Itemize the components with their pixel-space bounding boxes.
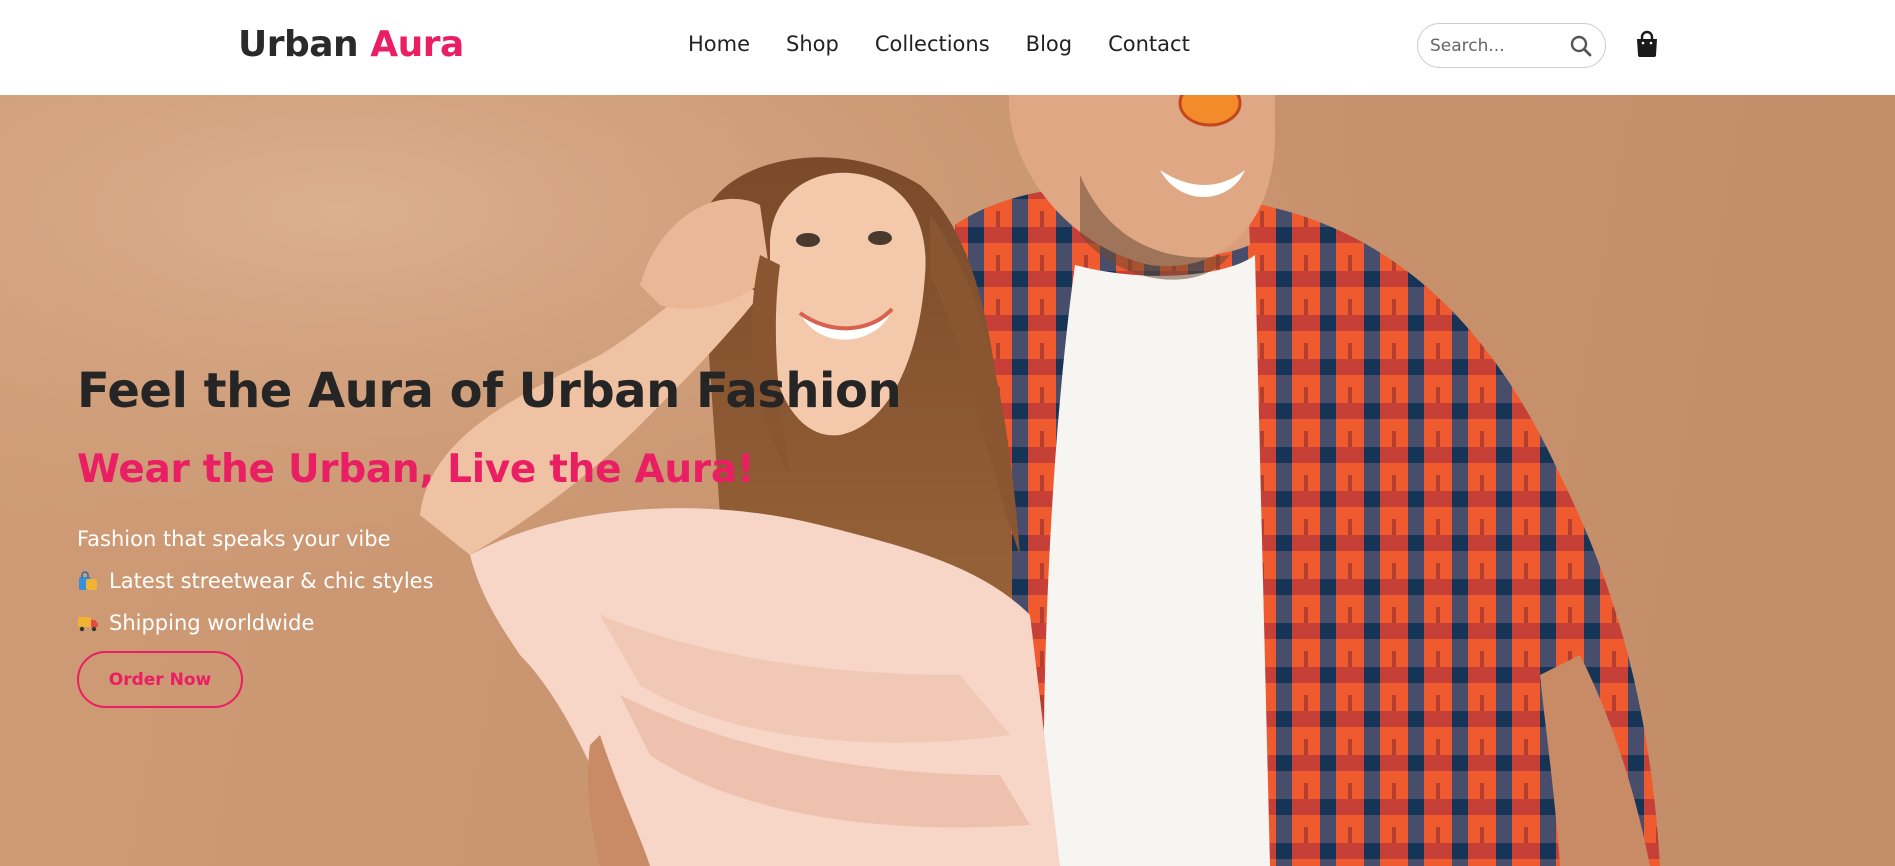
hero-line-shipping-text: Shipping worldwide <box>109 611 315 635</box>
shopping-bag-icon[interactable] <box>1634 30 1660 58</box>
site-header: Urban Aura Home Shop Collections Blog Co… <box>0 0 1895 95</box>
delivery-truck-emoji-icon <box>78 617 98 632</box>
hero-line-vibe: Fashion that speaks your vibe <box>77 527 391 551</box>
logo-text-primary: Urban <box>238 24 359 65</box>
nav-collections-link[interactable]: Collections <box>875 32 990 56</box>
hero-banner: Feel the Aura of Urban Fashion Wear the … <box>0 95 1895 866</box>
hero-headline: Feel the Aura of Urban Fashion <box>77 363 902 419</box>
nav-contact-link[interactable]: Contact <box>1108 32 1190 56</box>
search-input[interactable] <box>1430 35 1570 56</box>
search-icon[interactable] <box>1569 34 1593 58</box>
hero-tagline: Wear the Urban, Live the Aura! <box>77 447 755 492</box>
nav-blog-link[interactable]: Blog <box>1026 32 1072 56</box>
nav-home-link[interactable]: Home <box>688 32 750 56</box>
hero-line-vibe-text: Fashion that speaks your vibe <box>77 527 391 551</box>
logo-text-accent: Aura <box>370 24 464 65</box>
order-now-button[interactable]: Order Now <box>77 651 243 708</box>
nav-shop-link[interactable]: Shop <box>786 32 839 56</box>
main-nav: Home Shop Collections Blog Contact <box>688 32 1226 56</box>
search-box <box>1417 23 1606 68</box>
hero-line-styles: Latest streetwear & chic styles <box>77 569 434 593</box>
shopping-bags-emoji-icon <box>79 571 97 590</box>
brand-logo[interactable]: Urban Aura <box>238 24 464 65</box>
hero-line-styles-text: Latest streetwear & chic styles <box>109 569 434 593</box>
hero-line-shipping: Shipping worldwide <box>77 611 314 635</box>
